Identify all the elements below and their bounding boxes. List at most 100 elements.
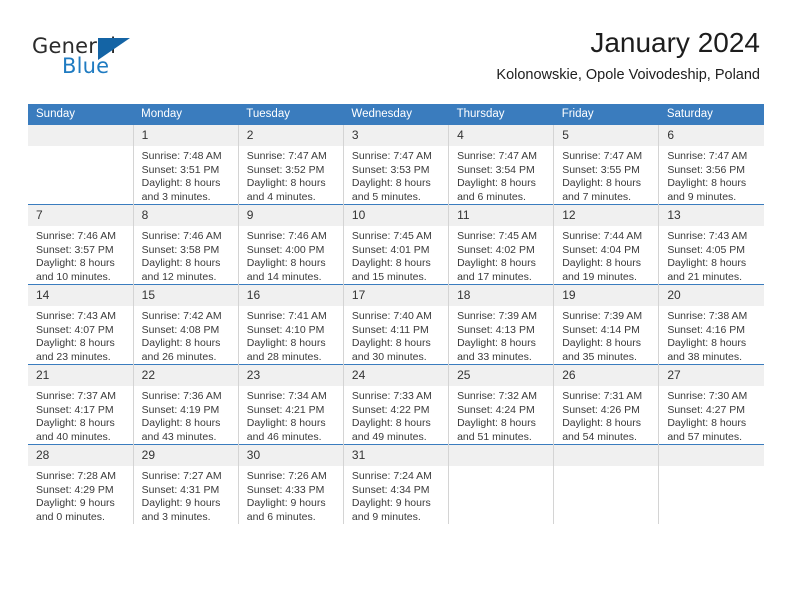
sunrise-time: Sunrise: 7:30 AM	[667, 390, 748, 402]
day-details: Sunrise: 7:40 AM Sunset: 4:11 PM Daylight:…	[344, 306, 448, 364]
calendar-day-cell[interactable]: 23 Sunrise: 7:34 AM Sunset: 4:21 PM Dayligh…	[238, 364, 344, 445]
sunset-time: Sunset: 3:57 PM	[36, 243, 114, 256]
day-details: Sunrise: 7:33 AM Sunset: 4:22 PM Daylight:…	[344, 386, 448, 444]
day-details: Sunrise: 7:24 AM Sunset: 4:34 PM Daylight:…	[344, 466, 448, 524]
calendar-day-cell[interactable]: 30 Sunrise: 7:26 AM Sunset: 4:33 PM Dayligh…	[238, 444, 344, 524]
sunrise-time: Sunrise: 7:46 AM	[141, 230, 222, 242]
calendar-day-cell[interactable]: 9 Sunrise: 7:46 AM Sunset: 4:00 PM Daylight…	[238, 204, 344, 285]
calendar-day-cell[interactable]: 26 Sunrise: 7:31 AM Sunset: 4:26 PM Dayligh…	[553, 364, 660, 445]
calendar-day-cell[interactable]: 31 Sunrise: 7:24 AM Sunset: 4:34 PM Dayligh…	[343, 444, 450, 524]
daylight-duration-line2: and 28 minutes.	[246, 350, 322, 363]
day-number: 7	[28, 205, 133, 226]
daylight-duration-line2: and 54 minutes.	[562, 430, 637, 443]
calendar-day-cell[interactable]: 14 Sunrise: 7:43 AM Sunset: 4:07 PM Dayligh…	[28, 284, 134, 365]
day-details: Sunrise: 7:28 AM Sunset: 4:29 PM Daylight:…	[28, 466, 133, 524]
day-number	[449, 445, 554, 466]
sunset-time: Sunset: 4:31 PM	[141, 483, 220, 496]
day-details: Sunrise: 7:32 AM Sunset: 4:24 PM Daylight:…	[449, 386, 553, 444]
calendar-day-cell[interactable]: 5 Sunrise: 7:47 AM Sunset: 3:55 PM Daylight…	[553, 125, 660, 205]
calendar-day-cell[interactable]: 1 Sunrise: 7:48 AM Sunset: 3:51 PM Daylight…	[133, 125, 239, 205]
calendar-week-row: 7 Sunrise: 7:46 AM Sunset: 3:57 PM Daylight…	[28, 204, 764, 285]
calendar-day-cell[interactable]: 7 Sunrise: 7:46 AM Sunset: 3:57 PM Daylight…	[28, 204, 134, 285]
calendar-day-cell[interactable]: 28 Sunrise: 7:28 AM Sunset: 4:29 PM Dayligh…	[28, 444, 134, 524]
calendar-day-cell[interactable]: 6 Sunrise: 7:47 AM Sunset: 3:56 PM Daylight…	[658, 125, 764, 205]
day-details: Sunrise: 7:44 AM Sunset: 4:04 PM Daylight:…	[554, 226, 658, 284]
sunrise-time: Sunrise: 7:45 AM	[457, 230, 538, 242]
daylight-duration-line1: Daylight: 8 hours	[36, 417, 115, 429]
daylight-duration-line2: and 23 minutes.	[36, 350, 111, 363]
calendar-day-cell[interactable]: 19 Sunrise: 7:39 AM Sunset: 4:14 PM Dayligh…	[553, 284, 660, 365]
day-number: 1	[133, 125, 238, 146]
daylight-duration-line1: Daylight: 8 hours	[562, 337, 641, 349]
daylight-duration-line1: Daylight: 8 hours	[562, 257, 641, 269]
calendar-day-cell[interactable]: 25 Sunrise: 7:32 AM Sunset: 4:24 PM Dayligh…	[448, 364, 555, 445]
sunset-time: Sunset: 4:10 PM	[246, 323, 325, 336]
daylight-duration-line1: Daylight: 8 hours	[141, 337, 221, 349]
calendar-day-cell[interactable]: 22 Sunrise: 7:36 AM Sunset: 4:19 PM Dayligh…	[133, 364, 239, 445]
sunset-time: Sunset: 4:01 PM	[351, 243, 430, 256]
day-details: Sunrise: 7:45 AM Sunset: 4:01 PM Daylight:…	[344, 226, 448, 284]
daylight-duration-line1: Daylight: 8 hours	[36, 337, 115, 349]
day-number: 24	[343, 365, 449, 386]
sunrise-time: Sunrise: 7:39 AM	[457, 310, 538, 322]
day-details: Sunrise: 7:47 AM Sunset: 3:53 PM Daylight:…	[344, 146, 448, 204]
daylight-duration-line1: Daylight: 8 hours	[141, 177, 221, 189]
calendar-day-cell[interactable]: 20 Sunrise: 7:38 AM Sunset: 4:16 PM Dayligh…	[658, 284, 764, 365]
daylight-duration-line1: Daylight: 8 hours	[246, 337, 326, 349]
calendar-day-cell[interactable]: 17 Sunrise: 7:40 AM Sunset: 4:11 PM Dayligh…	[343, 284, 450, 365]
calendar-day-cell[interactable]: 21 Sunrise: 7:37 AM Sunset: 4:17 PM Dayligh…	[28, 364, 134, 445]
calendar-day-cell[interactable]: 11 Sunrise: 7:45 AM Sunset: 4:02 PM Dayligh…	[448, 204, 555, 285]
calendar-day-cell[interactable]: 4 Sunrise: 7:47 AM Sunset: 3:54 PM Daylight…	[448, 125, 555, 205]
calendar-day-cell[interactable]: 2 Sunrise: 7:47 AM Sunset: 3:52 PM Daylight…	[238, 125, 344, 205]
calendar-grid: Sunday Monday Tuesday Wednesday Thursday…	[28, 104, 764, 524]
calendar-day-cell[interactable]: 12 Sunrise: 7:44 AM Sunset: 4:04 PM Dayligh…	[553, 204, 660, 285]
general-blue-logo[interactable]: General Blue	[32, 34, 162, 82]
calendar-day-cell[interactable]: 10 Sunrise: 7:45 AM Sunset: 4:01 PM Dayligh…	[343, 204, 450, 285]
day-details: Sunrise: 7:42 AM Sunset: 4:08 PM Daylight:…	[134, 306, 238, 364]
calendar-day-cell[interactable]: 8 Sunrise: 7:46 AM Sunset: 3:58 PM Daylight…	[133, 204, 239, 285]
calendar-day-cell[interactable]: 29 Sunrise: 7:27 AM Sunset: 4:31 PM Dayligh…	[133, 444, 239, 524]
calendar-day-cell[interactable]: 15 Sunrise: 7:42 AM Sunset: 4:08 PM Dayligh…	[133, 284, 239, 365]
calendar-table: Sunday Monday Tuesday Wednesday Thursday…	[28, 104, 764, 524]
daylight-duration-line1: Daylight: 8 hours	[351, 257, 431, 269]
calendar-day-cell-empty	[658, 444, 764, 524]
weekday-header-tuesday: Tuesday	[238, 104, 344, 125]
sunset-time: Sunset: 4:11 PM	[351, 323, 429, 336]
calendar-day-cell[interactable]: 13 Sunrise: 7:43 AM Sunset: 4:05 PM Dayligh…	[658, 204, 764, 285]
sunrise-time: Sunrise: 7:44 AM	[562, 230, 643, 242]
daylight-duration-line2: and 6 minutes.	[457, 190, 526, 203]
sunrise-time: Sunrise: 7:24 AM	[351, 470, 432, 482]
weekday-header-wednesday: Wednesday	[343, 104, 449, 125]
page-header: General Blue January 2024 Kolonowskie, O…	[28, 26, 760, 96]
daylight-duration-line1: Daylight: 8 hours	[246, 417, 326, 429]
daylight-duration-line1: Daylight: 8 hours	[457, 417, 536, 429]
day-details: Sunrise: 7:39 AM Sunset: 4:13 PM Daylight:…	[449, 306, 553, 364]
day-number: 22	[133, 365, 238, 386]
calendar-day-cell[interactable]: 27 Sunrise: 7:30 AM Sunset: 4:27 PM Dayligh…	[658, 364, 764, 445]
calendar-day-cell[interactable]: 3 Sunrise: 7:47 AM Sunset: 3:53 PM Daylight…	[343, 125, 450, 205]
day-details: Sunrise: 7:46 AM Sunset: 4:00 PM Daylight:…	[239, 226, 343, 284]
day-number: 29	[133, 445, 238, 466]
day-details: Sunrise: 7:34 AM Sunset: 4:21 PM Daylight:…	[239, 386, 343, 444]
day-number	[554, 445, 659, 466]
day-number: 31	[343, 445, 449, 466]
sunrise-time: Sunrise: 7:34 AM	[246, 390, 327, 402]
calendar-day-cell[interactable]: 18 Sunrise: 7:39 AM Sunset: 4:13 PM Dayligh…	[448, 284, 555, 365]
day-number: 5	[554, 125, 659, 146]
daylight-duration-line2: and 49 minutes.	[351, 430, 427, 443]
day-number: 26	[554, 365, 659, 386]
daylight-duration-line1: Daylight: 8 hours	[457, 337, 536, 349]
sunset-time: Sunset: 4:17 PM	[36, 403, 114, 416]
daylight-duration-line1: Daylight: 8 hours	[351, 177, 431, 189]
day-number: 8	[133, 205, 238, 226]
day-details: Sunrise: 7:43 AM Sunset: 4:05 PM Daylight:…	[659, 226, 764, 284]
daylight-duration-line1: Daylight: 8 hours	[36, 257, 115, 269]
page-title: January 2024	[590, 27, 760, 58]
weekday-header-saturday: Saturday	[658, 104, 764, 125]
calendar-day-cell[interactable]: 16 Sunrise: 7:41 AM Sunset: 4:10 PM Dayligh…	[238, 284, 344, 365]
day-number: 11	[449, 205, 554, 226]
calendar-day-cell[interactable]: 24 Sunrise: 7:33 AM Sunset: 4:22 PM Dayligh…	[343, 364, 450, 445]
calendar-day-cell-empty	[553, 444, 660, 524]
day-number	[659, 445, 764, 466]
daylight-duration-line1: Daylight: 8 hours	[667, 257, 747, 269]
